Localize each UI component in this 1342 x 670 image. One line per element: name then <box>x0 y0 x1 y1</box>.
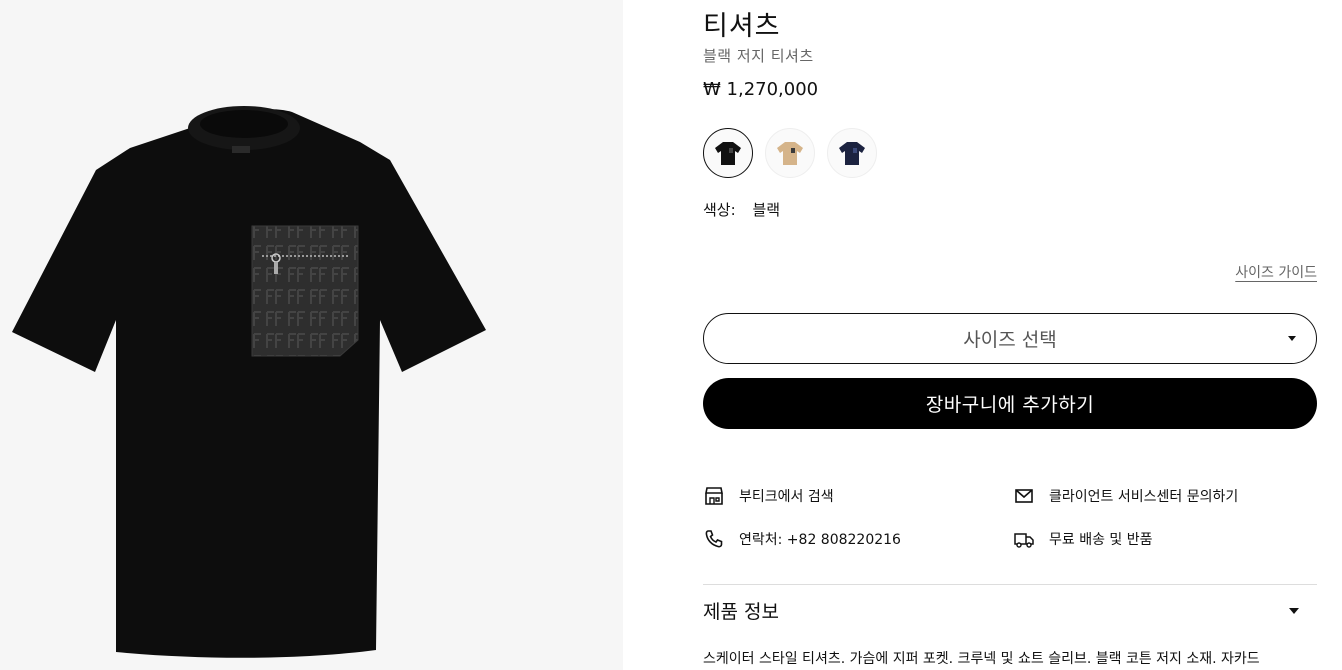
phone-contact-link[interactable]: 연락처: +82 808220216 <box>703 528 901 550</box>
tshirt-thumb-icon <box>777 142 803 165</box>
phone-contact-label: 연락처: +82 808220216 <box>739 532 901 548</box>
free-shipping-link[interactable]: 무료 배송 및 반품 <box>1013 528 1153 550</box>
swatch-navy[interactable] <box>827 128 877 178</box>
add-to-cart-button[interactable]: 장바구니에 추가하기 <box>703 378 1317 429</box>
truck-icon <box>1013 528 1035 550</box>
product-info-panel: 티셔츠 블랙 저지 티셔츠 ₩ 1,270,000 색상: 블랙 사이즈 가이드 <box>703 0 1317 670</box>
tshirt-thumb-icon <box>715 142 741 165</box>
chevron-down-icon <box>1288 336 1296 341</box>
selected-color: 색상: 블랙 <box>703 199 780 220</box>
phone-icon <box>703 528 725 550</box>
find-in-boutique-link[interactable]: 부티크에서 검색 <box>703 485 834 507</box>
swatch-beige[interactable] <box>765 128 815 178</box>
store-icon <box>703 485 725 507</box>
swatch-black[interactable] <box>703 128 753 178</box>
product-subtitle: 블랙 저지 티셔츠 <box>703 47 814 65</box>
tshirt-thumb-icon <box>839 142 865 165</box>
size-guide-link[interactable]: 사이즈 가이드 <box>1235 262 1317 282</box>
mail-icon <box>1013 485 1035 507</box>
product-info-heading: 제품 정보 <box>703 600 779 623</box>
product-image-gallery[interactable] <box>0 0 623 670</box>
product-info-accordion[interactable]: 제품 정보 <box>703 596 1317 624</box>
find-in-boutique-label: 부티크에서 검색 <box>739 489 834 505</box>
client-service-link[interactable]: 클라이언트 서비스센터 문의하기 <box>1013 485 1238 507</box>
chevron-down-icon <box>1289 608 1299 614</box>
client-service-label: 클라이언트 서비스센터 문의하기 <box>1049 489 1239 505</box>
divider <box>703 584 1317 585</box>
product-description: 스케이터 스타일 티셔츠. 가슴에 지퍼 포켓. 크루넥 및 쇼트 슬리브. 블… <box>703 651 1260 667</box>
color-value: 블랙 <box>752 201 781 219</box>
product-image-tshirt <box>12 106 486 658</box>
size-select-dropdown[interactable]: 사이즈 선택 <box>703 313 1317 364</box>
product-price: ₩ 1,270,000 <box>703 79 819 100</box>
product-title: 티셔츠 <box>703 11 781 42</box>
color-label: 색상: <box>703 201 736 219</box>
size-select-label: 사이즈 선택 <box>963 329 1057 351</box>
free-shipping-label: 무료 배송 및 반품 <box>1049 532 1153 548</box>
color-swatches <box>703 128 877 178</box>
